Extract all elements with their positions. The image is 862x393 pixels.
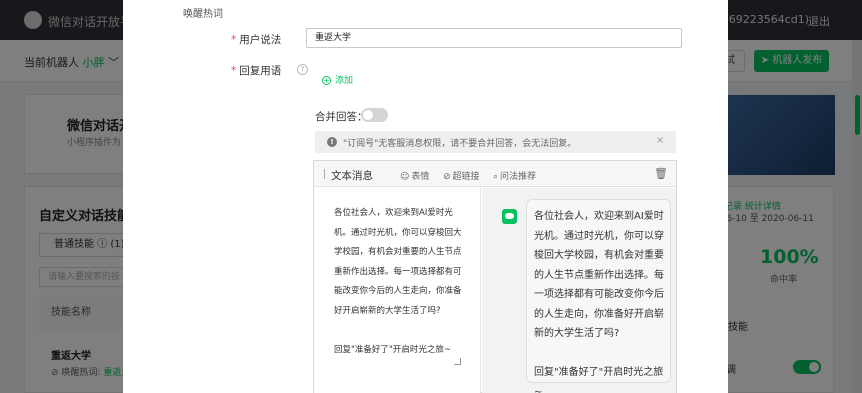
hyperlink-button[interactable]: ⊘ 超链接 (443, 169, 480, 182)
reply-label: * 回复用语 (231, 65, 282, 77)
utterance-input[interactable]: 重返大学 (306, 28, 682, 48)
link-icon: ⊘ (443, 172, 451, 182)
utterance-label: * 用户说法 (231, 34, 282, 46)
info-circle-icon: ! (327, 137, 337, 147)
recommend-icon: ⌕ (493, 172, 499, 182)
wechat-bubble-icon (502, 209, 517, 224)
notice-text: "订阅号"无客服消息权限，请不要合并回答，会无法回复。 (343, 139, 577, 149)
subscription-notice: ! "订阅号"无客服消息权限，请不要合并回答，会无法回复。 × (315, 131, 676, 153)
preview-text: 各位社会人，欢迎来到AI爱时光机。通过时光机，你可以穿梭回大学校园，有机会对重要… (534, 211, 664, 393)
emoji-icon: ☺ (400, 172, 410, 182)
question-recommend-button[interactable]: ⌕ 问法推荐 (493, 169, 536, 182)
emoji-button[interactable]: ☺ 表情 (400, 169, 429, 182)
close-icon[interactable]: × (656, 135, 664, 146)
reply-preview: 各位社会人，欢迎来到AI爱时光机。通过时光机，你可以穿梭回大学校园，有机会对重要… (482, 188, 676, 393)
add-reply-link[interactable]: + 添加 (322, 73, 353, 86)
reply-textarea[interactable]: 各位社会人，欢迎来到AI爱时光机。通过时光机，你可以穿梭回大学校园，有机会对重要… (314, 188, 481, 393)
hot-words-label: 唤醒热词 (183, 9, 223, 20)
help-circle-icon[interactable]: ? (297, 64, 308, 75)
editor-toolbar: 文本消息 ☺ 表情 ⊘ 超链接 ⌕ 问法推荐 🗑 (314, 161, 676, 187)
trash-icon[interactable]: 🗑 (654, 167, 668, 180)
merge-answers-toggle[interactable] (361, 108, 388, 122)
skill-edit-dialog: 唤醒热词 * 用户说法 重返大学 * 回复用语 ? + 添加 合并回答： ! "订阅号… (123, 0, 728, 393)
tab-text-message[interactable]: 文本消息 (331, 168, 373, 183)
merge-answers-label: 合并回答： (315, 111, 368, 123)
reply-editor: 文本消息 ☺ 表情 ⊘ 超链接 ⌕ 问法推荐 🗑 各位社会人，欢迎来到AI爱时光机。通… (313, 160, 677, 393)
plus-circle-icon: + (322, 76, 331, 85)
resize-handle[interactable] (454, 358, 461, 365)
reply-text: 各位社会人，欢迎来到AI爱时光机。通过时光机，你可以穿梭回大学校园，有机会对重要… (334, 208, 462, 356)
preview-bubble: 各位社会人，欢迎来到AI爱时光机。通过时光机，你可以穿梭回大学校园，有机会对重要… (526, 199, 671, 393)
